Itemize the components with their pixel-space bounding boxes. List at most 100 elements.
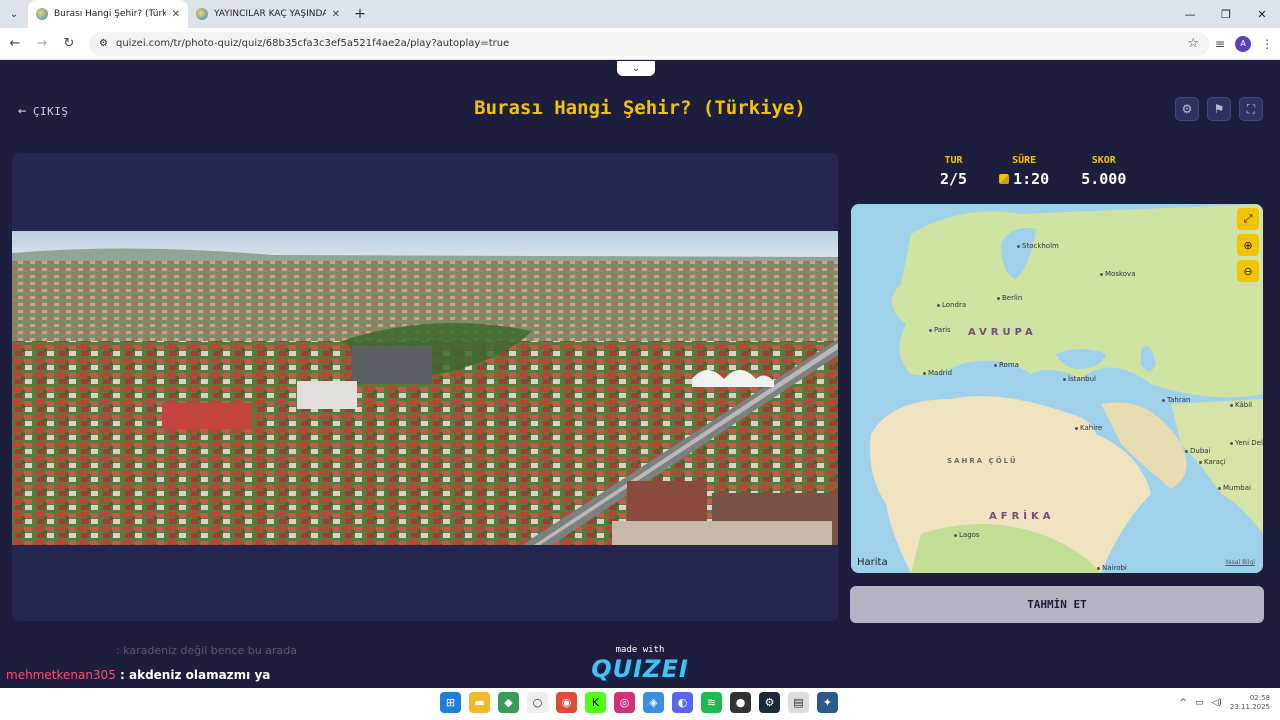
time-label: SÜRE [1012, 155, 1037, 166]
city-label: Lagos [954, 531, 980, 539]
zoom-in-icon[interactable]: ⊕ [1237, 234, 1259, 256]
expand-map-icon[interactable]: ⤢ [1237, 208, 1259, 230]
restore-icon[interactable]: ❐ [1208, 0, 1244, 28]
zoom-out-icon[interactable]: ⊖ [1237, 260, 1259, 282]
chat-line: mehmetkenan305 : akdeniz olamazmı ya [6, 668, 270, 682]
time-value: 1:20 [1013, 170, 1050, 188]
quizei-logo: QUIZEI [591, 655, 689, 683]
document-icon[interactable]: ▤ [788, 692, 809, 713]
city-label: Roma [994, 361, 1019, 369]
quizei-favicon-icon [36, 8, 48, 20]
game-stats: TUR 2/5 SÜRE 1:20 SKOR 5.000 [940, 155, 1126, 188]
settings-gear-icon[interactable]: ⚙ [1175, 97, 1199, 121]
chevron-up-icon[interactable]: ^ [1179, 698, 1187, 708]
url-field[interactable]: ⚙ quizei.com/tr/photo-quiz/quiz/68b35cfa… [89, 31, 1209, 56]
tab-search-icon[interactable]: ⌄ [0, 0, 28, 28]
city-label: Yeni Del [1230, 439, 1263, 447]
made-with-label: made with [615, 645, 665, 655]
app-icon[interactable]: ✦ [817, 692, 838, 713]
score-label: SKOR [1091, 155, 1116, 166]
region-label: SAHRA ÇÖLÜ [947, 457, 1018, 465]
guess-button[interactable]: TAHMİN ET [850, 586, 1264, 623]
city-photo [12, 231, 838, 545]
city-label: Dubai [1185, 447, 1211, 455]
city-label: Madrid [923, 369, 952, 377]
close-window-icon[interactable]: ✕ [1244, 0, 1280, 28]
profile-avatar[interactable]: A [1235, 35, 1252, 52]
browser-tab-active[interactable]: Burası Hangi Şehir? (Türkiye) - Q ✕ [28, 0, 188, 28]
windows-taskbar: ⊞ ▬ ◆ ○ ◉ K ◎ ◈ ◐ ≋ ● ⚙ ▤ ✦ ^ ▭ ◁) 02:58… [0, 688, 1280, 720]
clock[interactable]: 02:58 23.11.2025 [1230, 694, 1270, 712]
city-label: Moskova [1100, 270, 1136, 278]
city-label: İstanbul [1063, 375, 1096, 383]
quiz-page: ⌄ ← ÇIKIŞ Burası Hangi Şehir? (Türkiye) … [0, 61, 1280, 688]
quiz-title: Burası Hangi Şehir? (Türkiye) [474, 97, 806, 119]
app-icon[interactable]: ◆ [498, 692, 519, 713]
steam-icon[interactable]: ⚙ [759, 692, 780, 713]
report-flag-icon[interactable]: ⚑ [1207, 97, 1231, 121]
browser-tab[interactable]: YAYINCILAR KAÇ YAŞINDA ? - P ✕ [188, 0, 348, 28]
media-control-icon[interactable]: ≡ [1215, 37, 1225, 51]
chat-message: : karadeniz değil bence bu arada [116, 644, 297, 657]
city-label: Paris [929, 326, 951, 334]
quizei-favicon-icon [196, 8, 208, 20]
photo-panel [12, 153, 838, 621]
close-tab-icon[interactable]: ✕ [172, 9, 180, 20]
round-label: TUR [944, 155, 963, 166]
tab-title: YAYINCILAR KAÇ YAŞINDA ? - P [214, 9, 326, 19]
city-label: Kahire [1075, 424, 1102, 432]
network-icon[interactable]: ▭ [1195, 698, 1204, 708]
city-label: Londra [937, 301, 966, 309]
chat-message: : akdeniz olamazmı ya [120, 668, 271, 682]
score-stat: SKOR 5.000 [1081, 155, 1126, 188]
close-tab-icon[interactable]: ✕ [332, 9, 340, 20]
legal-link[interactable]: Yasal Bilgi [1225, 559, 1255, 566]
city-label: Nairobi [1097, 564, 1127, 572]
obs-icon[interactable]: ● [730, 692, 751, 713]
time-stat: SÜRE 1:20 [999, 155, 1049, 188]
discord-icon[interactable]: ◐ [672, 692, 693, 713]
messenger-icon[interactable]: ◈ [643, 692, 664, 713]
chat-user: mehmetkenan305 [6, 668, 116, 682]
guess-map[interactable]: Stockholm Moskova Londra Berlin Paris Ma… [851, 204, 1263, 573]
clock-time: 02:58 [1249, 694, 1270, 702]
region-label: AFRİKA [989, 511, 1055, 522]
city-label: Mumbai [1218, 484, 1251, 492]
forward-icon[interactable]: → [30, 32, 54, 56]
new-tab-button[interactable]: + [348, 6, 372, 22]
round-stat: TUR 2/5 [940, 155, 967, 188]
city-label: Kâbil [1230, 401, 1252, 409]
timer-icon [999, 174, 1010, 184]
fullscreen-icon[interactable]: ⛶ [1239, 97, 1263, 121]
made-with-badge: made with QUIZEI [590, 645, 690, 683]
file-explorer-icon[interactable]: ▬ [469, 692, 490, 713]
score-value: 5.000 [1081, 170, 1127, 188]
browser-menu-icon[interactable]: ⋮ [1261, 37, 1273, 51]
address-bar: ← → ↻ ⚙ quizei.com/tr/photo-quiz/quiz/68… [0, 28, 1280, 60]
minimize-icon[interactable]: — [1172, 0, 1208, 28]
collapse-chevron-icon[interactable]: ⌄ [617, 61, 655, 76]
city-label: Berlin [997, 294, 1022, 302]
city-label: Stockholm [1017, 242, 1059, 250]
reload-icon[interactable]: ↻ [57, 32, 81, 56]
system-tray: ^ ▭ ◁) 02:58 23.11.2025 [1179, 694, 1270, 712]
clock-date: 23.11.2025 [1229, 703, 1270, 711]
bookmark-star-icon[interactable]: ☆ [1187, 36, 1199, 51]
chat-line: : karadeniz değil bence bu arada [6, 644, 297, 657]
region-label: AVRUPA [968, 327, 1037, 338]
site-info-icon[interactable]: ⚙ [99, 38, 108, 49]
chrome-icon[interactable]: ◉ [556, 692, 577, 713]
map-attribution: Harita [857, 557, 888, 568]
instagram-icon[interactable]: ◎ [614, 692, 635, 713]
volume-icon[interactable]: ◁) [1211, 698, 1221, 708]
kick-icon[interactable]: K [585, 692, 606, 713]
back-icon[interactable]: ← [3, 32, 27, 56]
tab-title: Burası Hangi Şehir? (Türkiye) - Q [54, 9, 166, 19]
city-label: Tahran [1162, 396, 1190, 404]
round-value: 2/5 [940, 170, 968, 188]
city-label: Karaçi [1199, 458, 1226, 466]
search-icon[interactable]: ○ [527, 692, 548, 713]
browser-tabbar: ⌄ Burası Hangi Şehir? (Türkiye) - Q ✕ YA… [0, 0, 1280, 28]
windows-start-icon[interactable]: ⊞ [440, 692, 461, 713]
spotify-icon[interactable]: ≋ [701, 692, 722, 713]
